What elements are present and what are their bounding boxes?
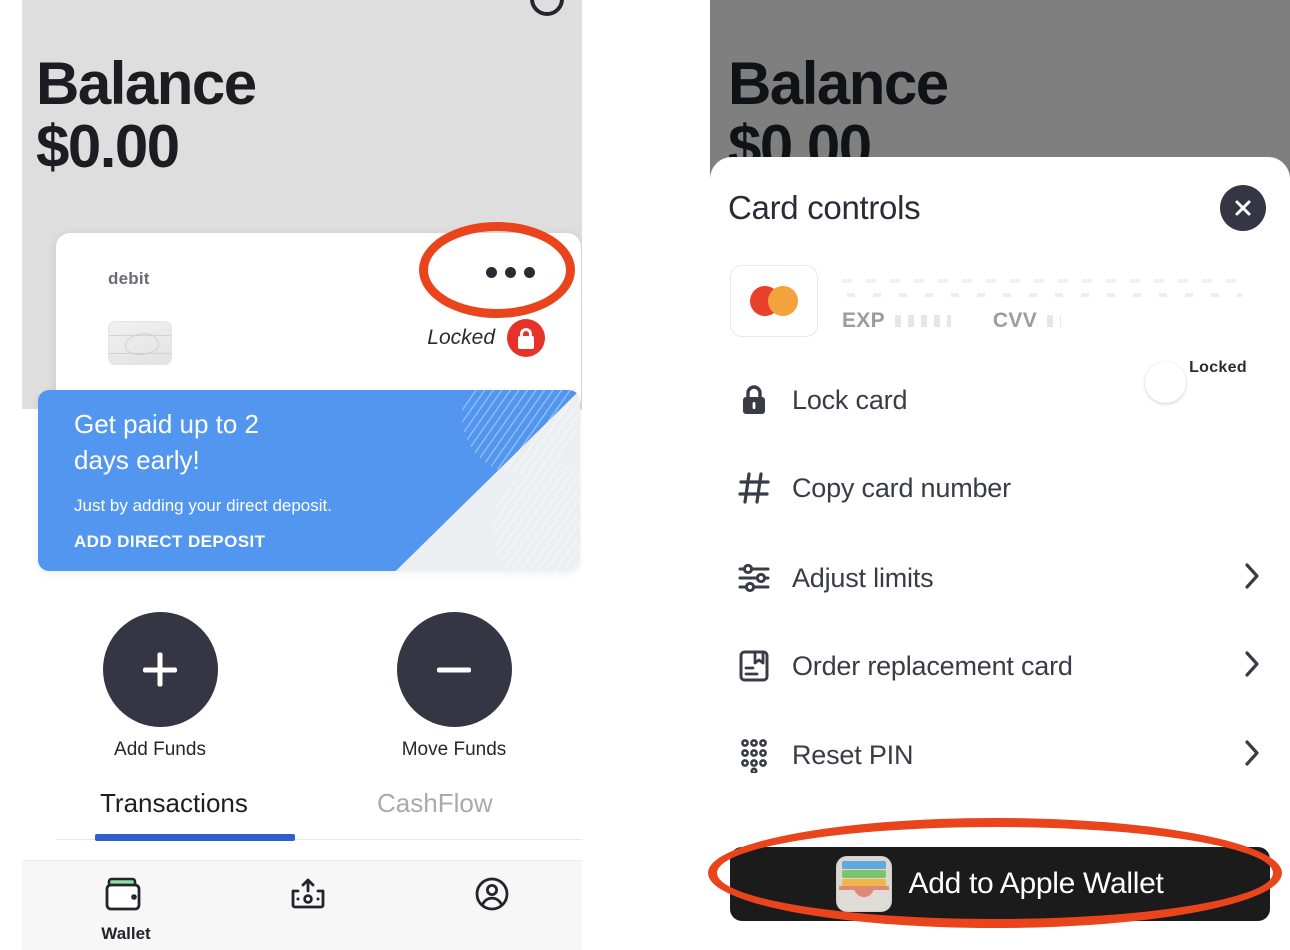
promo-title: Get paid up to 2 days early!: [74, 409, 260, 475]
wallet-screen-panel: Balance $0.00 debit Locked Get paid up t…: [22, 0, 582, 950]
card-status: Locked: [427, 319, 545, 357]
add-direct-deposit-button[interactable]: ADD DIRECT DEPOSIT: [74, 532, 265, 552]
page-title: Balance: [36, 50, 257, 117]
backdrop-balance-label: Balance: [728, 50, 949, 117]
debit-card-tile[interactable]: debit Locked: [56, 233, 581, 413]
direct-deposit-promo[interactable]: Get paid up to 2 days early! Just by add…: [38, 390, 580, 571]
tab-transactions[interactable]: Transactions: [100, 788, 248, 819]
card-summary: EXP CVV: [730, 265, 1270, 341]
promo-decoration: [462, 390, 580, 571]
nav-label-wallet: Wallet: [101, 924, 151, 943]
toggle-state-label: Locked: [1189, 359, 1247, 376]
row-label-copy-card-number: Copy card number: [792, 472, 1011, 503]
card-controls-panel: Balance $0.00 Card controls EXP CVV Lock…: [710, 0, 1290, 950]
lock-badge-icon: [507, 319, 545, 357]
plus-icon: [102, 612, 218, 727]
row-reset-pin[interactable]: Reset PIN: [710, 724, 1290, 786]
card-controls-sheet: Card controls EXP CVV Lock card Locked C…: [710, 157, 1290, 950]
card-logo-placeholder-icon: [108, 321, 172, 365]
apple-wallet-button[interactable]: Add to Apple Wallet: [730, 847, 1270, 921]
row-adjust-limits[interactable]: Adjust limits: [710, 547, 1290, 609]
minus-icon: [396, 612, 512, 727]
status-badge: Locked: [427, 326, 495, 349]
apple-wallet-label: Add to Apple Wallet: [908, 867, 1164, 900]
ellipsis-icon[interactable]: [480, 257, 541, 288]
keypad-dots-icon: [732, 737, 776, 773]
sliders-icon: [732, 562, 776, 594]
card-save-icon: [732, 649, 776, 683]
bottom-navigation: Wallet: [22, 860, 582, 950]
info-circle-icon[interactable]: [530, 0, 564, 16]
cvv-label: CVV: [992, 309, 1038, 332]
move-funds-label: Move Funds: [401, 739, 507, 760]
active-tab-indicator: [95, 834, 295, 841]
nav-item-account[interactable]: [422, 875, 562, 920]
add-funds-label: Add Funds: [114, 739, 206, 760]
row-lock-card[interactable]: Lock card Locked: [710, 359, 1290, 431]
wallet-icon: [105, 877, 141, 911]
card-brand-label: debit: [108, 269, 150, 288]
promo-subtitle: Just by adding your direct deposit.: [74, 496, 332, 515]
row-label-reset-pin: Reset PIN: [792, 739, 914, 770]
chevron-right-icon: [1244, 739, 1260, 772]
sheet-title: Card controls: [728, 189, 921, 226]
move-funds-button[interactable]: Move Funds: [374, 612, 534, 761]
deposit-check-icon: [291, 878, 325, 909]
card-number-masked: [842, 273, 1242, 307]
chevron-right-icon: [1244, 562, 1260, 595]
row-copy-card-number[interactable]: Copy card number: [710, 457, 1290, 519]
row-order-replacement-card[interactable]: Order replacement card: [710, 635, 1290, 697]
nav-item-wallet[interactable]: Wallet: [56, 875, 196, 944]
row-label-lock-card: Lock card: [792, 384, 908, 415]
add-funds-button[interactable]: Add Funds: [80, 612, 240, 761]
nav-item-deposit[interactable]: [238, 875, 378, 920]
mastercard-icon: [730, 265, 818, 337]
screenshot-stage: Balance $0.00 debit Locked Get paid up t…: [0, 0, 1290, 950]
tab-cashflow[interactable]: CashFlow: [377, 788, 493, 819]
lock-icon: [732, 383, 776, 417]
row-label-order-replacement-card: Order replacement card: [792, 650, 1073, 681]
close-icon[interactable]: [1220, 185, 1266, 231]
cvv-value-masked: [1047, 315, 1062, 327]
exp-label: EXP: [842, 309, 885, 332]
row-label-adjust-limits: Adjust limits: [792, 562, 934, 593]
apple-wallet-icon: [836, 856, 893, 912]
exp-value-masked: [894, 315, 951, 327]
content-tabs: Transactions CashFlow: [22, 780, 582, 850]
lock-card-toggle[interactable]: Locked: [1145, 359, 1266, 403]
hash-icon: [732, 471, 776, 505]
account-circle-icon: [475, 877, 509, 911]
exp-cvv-row: EXP CVV: [842, 309, 1062, 333]
chevron-right-icon: [1244, 650, 1260, 683]
balance-amount: $0.00: [36, 113, 180, 180]
